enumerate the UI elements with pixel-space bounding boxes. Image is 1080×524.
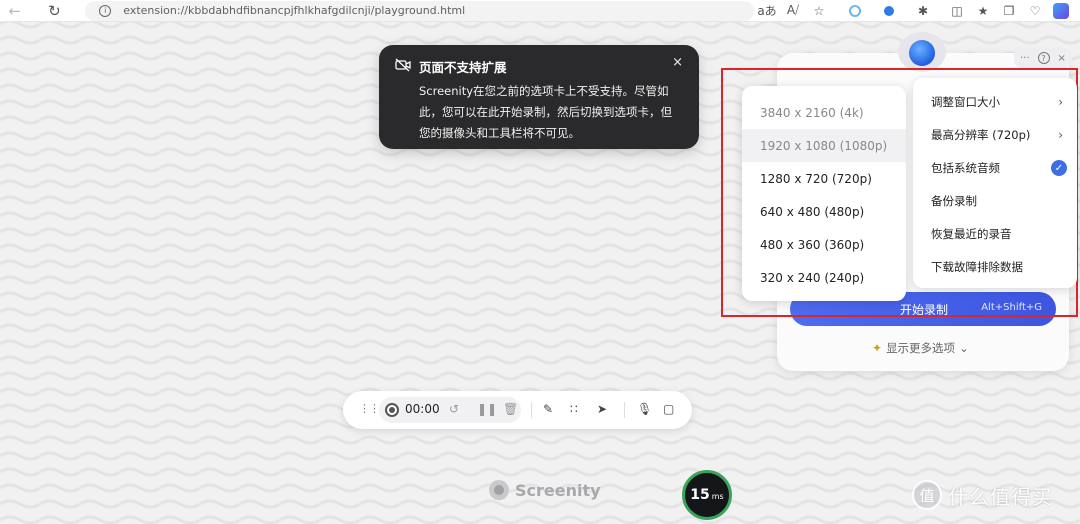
- toast-title: 页面不支持扩展: [419, 60, 507, 75]
- read-aloud-icon[interactable]: aあ: [754, 0, 780, 22]
- favorites-icon[interactable]: ★: [970, 0, 996, 22]
- watermark-logo-icon: 值: [912, 480, 942, 510]
- latency-unit: ms: [711, 492, 724, 501]
- camera-off-icon: [395, 58, 411, 72]
- pen-icon[interactable]: ✎: [543, 402, 553, 416]
- blur-icon[interactable]: ∷: [570, 402, 578, 416]
- menu-item-restore-recording[interactable]: 恢复最近的录音: [913, 217, 1077, 250]
- resolution-option-720p[interactable]: 1280 x 720 (720p): [742, 162, 906, 195]
- pause-icon[interactable]: ❚❚: [477, 402, 497, 416]
- blue-extension-icon[interactable]: [876, 0, 902, 22]
- more-icon[interactable]: ···: [1020, 53, 1030, 64]
- microphone-icon[interactable]: 🎙: [637, 402, 652, 416]
- resolution-option-480p[interactable]: 640 x 480 (480p): [742, 195, 906, 228]
- menu-item-max-resolution[interactable]: 最高分辨率 (720p) ›: [913, 118, 1077, 151]
- menu-item-resize-window[interactable]: 调整窗口大小 ›: [913, 85, 1077, 118]
- toolbar-divider: [624, 402, 625, 418]
- resolution-option-1080p: 1920 x 1080 (1080p): [742, 129, 906, 162]
- copilot-icon[interactable]: [1048, 0, 1074, 22]
- info-icon[interactable]: i: [99, 4, 112, 17]
- logo-text: Screenity: [515, 480, 601, 500]
- trash-icon[interactable]: 🗑: [503, 402, 518, 416]
- camera-icon[interactable]: ▢: [663, 402, 674, 416]
- more-options-label: 显示更多选项: [886, 341, 956, 355]
- immersive-reader-icon[interactable]: A⧸: [780, 0, 806, 22]
- drag-handle-icon[interactable]: ⋮⋮: [359, 402, 380, 415]
- chevron-right-icon: ›: [1058, 95, 1063, 109]
- url-prefix: extension://: [123, 4, 188, 17]
- check-icon: ✓: [1051, 160, 1067, 176]
- restart-icon[interactable]: ↺: [449, 402, 459, 416]
- watermark-text: 什么值得买: [948, 484, 1053, 509]
- help-icon[interactable]: ?: [1037, 52, 1050, 64]
- screenity-logo: Screenity: [489, 480, 601, 500]
- recording-toolbar: ⋮⋮ 00:00 ↺ ❚❚ 🗑 ✎ ∷ ➤ 🎙 ▢: [343, 391, 692, 429]
- show-more-options[interactable]: ✦ 显示更多选项 ⌄: [872, 340, 969, 356]
- resolution-option-360p[interactable]: 480 x 360 (360p): [742, 228, 906, 261]
- resolution-option-4k: 3840 x 2160 (4k): [760, 105, 864, 120]
- chevron-right-icon: ›: [1058, 128, 1063, 142]
- screenity-orb: [898, 32, 946, 72]
- screenity-extension-icon[interactable]: [842, 0, 868, 22]
- menu-item-system-audio[interactable]: 包括系统音频 ✓: [913, 151, 1077, 184]
- record-icon[interactable]: [385, 403, 399, 417]
- back-icon[interactable]: ←: [4, 0, 26, 22]
- latency-badge: 15 ms: [682, 470, 732, 520]
- resolution-option-240p[interactable]: 320 x 240 (240p): [742, 261, 906, 294]
- reload-icon[interactable]: ↻: [44, 0, 66, 22]
- browser-extension-icons: aあ A⧸ ☆ ✱ ◫ ★ ❐ ♡: [754, 0, 1074, 22]
- close-icon[interactable]: ×: [1058, 53, 1066, 64]
- menu-item-download-troubleshooting[interactable]: 下载故障排除数据: [913, 250, 1077, 283]
- browser-toolbar: ← ↻ i extension://kbbdabhdfibnancpjfhlkh…: [0, 0, 1080, 22]
- screenity-logo-icon: [489, 480, 509, 500]
- settings-menu: 调整窗口大小 › 最高分辨率 (720p) › 包括系统音频 ✓ 备份录制 恢复…: [913, 78, 1077, 288]
- extensions-icon[interactable]: ✱: [910, 0, 936, 22]
- resolution-submenu: 3840 x 2160 (4k) 1920 x 1080 (1080p) 128…: [742, 86, 906, 301]
- sparkle-icon: ✦: [872, 341, 883, 355]
- toast-message: Screenity在您之前的选项卡上不受支持。尽管如此，您可以在此开始录制，然后…: [419, 84, 672, 140]
- recording-timer: 00:00: [405, 402, 440, 416]
- cursor-icon[interactable]: ➤: [597, 402, 607, 416]
- popup-header-controls: ··· ? ×: [1014, 48, 1072, 68]
- latency-value: 15: [690, 487, 710, 503]
- unsupported-page-toast: 页面不支持扩展 × Screenity在您之前的选项卡上不受支持。尽管如此，您可…: [379, 45, 699, 149]
- close-icon[interactable]: ×: [672, 55, 683, 70]
- split-screen-icon[interactable]: ◫: [944, 0, 970, 22]
- url-path: kbbdabhdfibnancpjfhlkhafgdilcnji/playgro…: [188, 4, 466, 17]
- browser-essentials-icon[interactable]: ♡: [1022, 0, 1048, 22]
- collections-icon[interactable]: ❐: [996, 0, 1022, 22]
- chevron-down-icon: ⌄: [959, 341, 969, 355]
- favorite-icon[interactable]: ☆: [806, 0, 832, 22]
- address-bar[interactable]: i extension://kbbdabhdfibnancpjfhlkhafgd…: [85, 0, 754, 21]
- toolbar-divider: [531, 402, 532, 418]
- menu-item-backup-recording[interactable]: 备份录制: [913, 184, 1077, 217]
- site-watermark: 值 什么值得买: [912, 480, 1053, 510]
